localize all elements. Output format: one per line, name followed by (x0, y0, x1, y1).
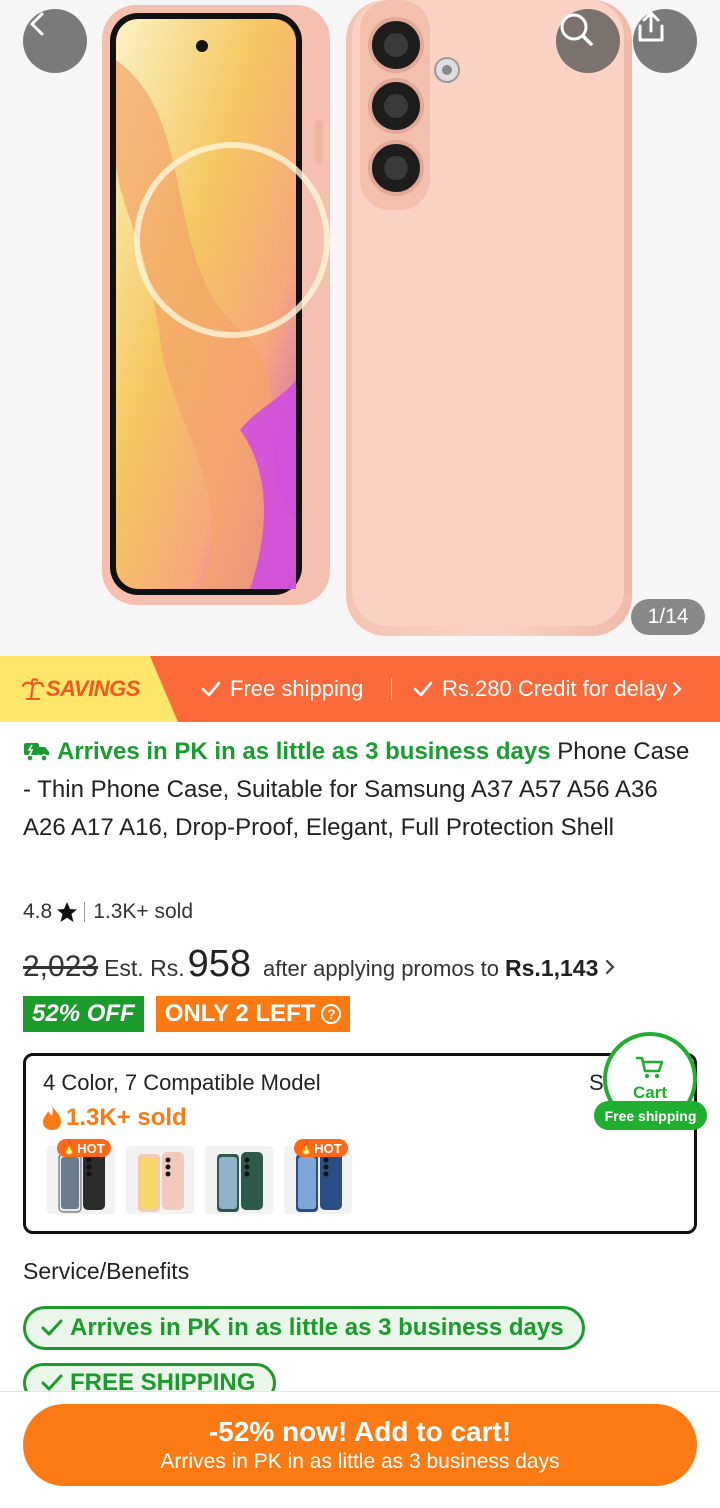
info-icon: ? (321, 1004, 342, 1024)
hot-badge: 🔥 HOT (57, 1139, 111, 1157)
check-icon (201, 681, 221, 697)
star-icon (57, 902, 78, 922)
credit-label: Rs.280 Credit for delay (442, 676, 667, 701)
product-photo (102, 0, 632, 636)
variant-thumbnails: 🔥 HOT 🔥 HOT (47, 1139, 352, 1214)
phone-case-thumbnail (217, 1152, 263, 1212)
add-to-cart-sublabel: Arrives in PK in as little as 3 business… (160, 1450, 560, 1473)
variant-sold-count: 1.3K+ sold (66, 1104, 187, 1131)
variant-sold: 1.3K+ sold (41, 1104, 187, 1132)
free-shipping-benefit: Free shipping (200, 656, 363, 722)
service-arrival-pill[interactable]: Arrives in PK in as little as 3 business… (23, 1306, 585, 1350)
savings-tag-label: SAVINGS (46, 676, 140, 701)
original-price: 2,023 (23, 950, 99, 983)
search-button[interactable] (556, 9, 620, 73)
variant-size-initial: S (589, 1070, 604, 1095)
product-title-block: Arrives in PK in as little as 3 business… (23, 733, 703, 847)
chevron-left-icon (30, 12, 44, 36)
estimated-label: Est. Rs. (104, 955, 185, 981)
savings-bar: SAVINGS Free shipping Rs.280 Credit for … (0, 656, 720, 722)
chevron-right-icon (606, 959, 615, 975)
variant-thumb-blue[interactable]: 🔥 HOT (284, 1139, 352, 1214)
check-icon (41, 1319, 63, 1336)
credit-for-delay-link[interactable]: Rs.280 Credit for delay (412, 656, 684, 722)
free-shipping-label: Free shipping (230, 676, 364, 701)
price-badges: 52% OFF ONLY 2 LEFT ? (23, 996, 351, 1032)
price-row: 2,023 Est. Rs. 958 after applying promos… (23, 943, 616, 989)
image-page-counter: 1/14 (631, 599, 705, 635)
rating-value: 4.8 (23, 900, 53, 923)
share-button[interactable] (633, 9, 697, 73)
chevron-right-icon (672, 681, 682, 697)
stock-badge-label: ONLY 2 LEFT (164, 1000, 316, 1027)
savings-tag: SAVINGS (0, 656, 178, 722)
service-arrival-label: Arrives in PK in as little as 3 business… (70, 1314, 564, 1341)
cart-free-shipping-pill: Free shipping (594, 1101, 707, 1130)
palm-tree-icon (22, 678, 44, 700)
variant-thumb-black[interactable]: 🔥 HOT (47, 1139, 115, 1214)
bottom-action-bar: -52% now! Add to cart! Arrives in PK in … (0, 1391, 720, 1508)
arrival-text: Arrives in PK in as little as 3 business… (57, 738, 551, 765)
discount-badge: 52% OFF (23, 996, 144, 1032)
cart-label: Cart (632, 1083, 667, 1102)
add-to-cart-button[interactable]: -52% now! Add to cart! Arrives in PK in … (23, 1404, 697, 1486)
share-icon (638, 11, 664, 42)
variant-thumb-green[interactable] (205, 1146, 273, 1214)
divider (84, 902, 86, 922)
delivery-truck-icon (24, 743, 49, 762)
services-heading: Service/Benefits (23, 1258, 190, 1284)
phone-case-thumbnail (138, 1152, 184, 1212)
divider (391, 678, 392, 700)
cart-icon (635, 1056, 664, 1079)
add-to-cart-label: -52% now! Add to cart! (208, 1416, 512, 1447)
promo-note: after applying promos to (263, 956, 500, 981)
hot-badge: 🔥 HOT (294, 1139, 348, 1157)
promo-price-link[interactable]: Rs.1,143 (505, 955, 598, 982)
sold-count: 1.3K+ sold (93, 900, 194, 923)
stock-badge[interactable]: ONLY 2 LEFT ? (155, 996, 351, 1032)
variant-selector[interactable]: 4 Color, 7 Compatible Model S 1.3K+ sold… (23, 1053, 697, 1234)
variant-thumb-pink[interactable] (126, 1146, 194, 1214)
search-icon (560, 13, 593, 46)
variant-summary: 4 Color, 7 Compatible Model (43, 1070, 321, 1095)
back-button[interactable] (23, 9, 87, 73)
rating-row[interactable]: 4.8 1.3K+ sold (23, 898, 193, 926)
fire-icon (43, 1106, 61, 1130)
current-price: 958 (187, 943, 251, 985)
product-image-gallery[interactable]: 1/14 (0, 0, 720, 656)
check-icon (413, 681, 433, 697)
arrival-info: Arrives in PK in as little as 3 business… (23, 738, 551, 765)
